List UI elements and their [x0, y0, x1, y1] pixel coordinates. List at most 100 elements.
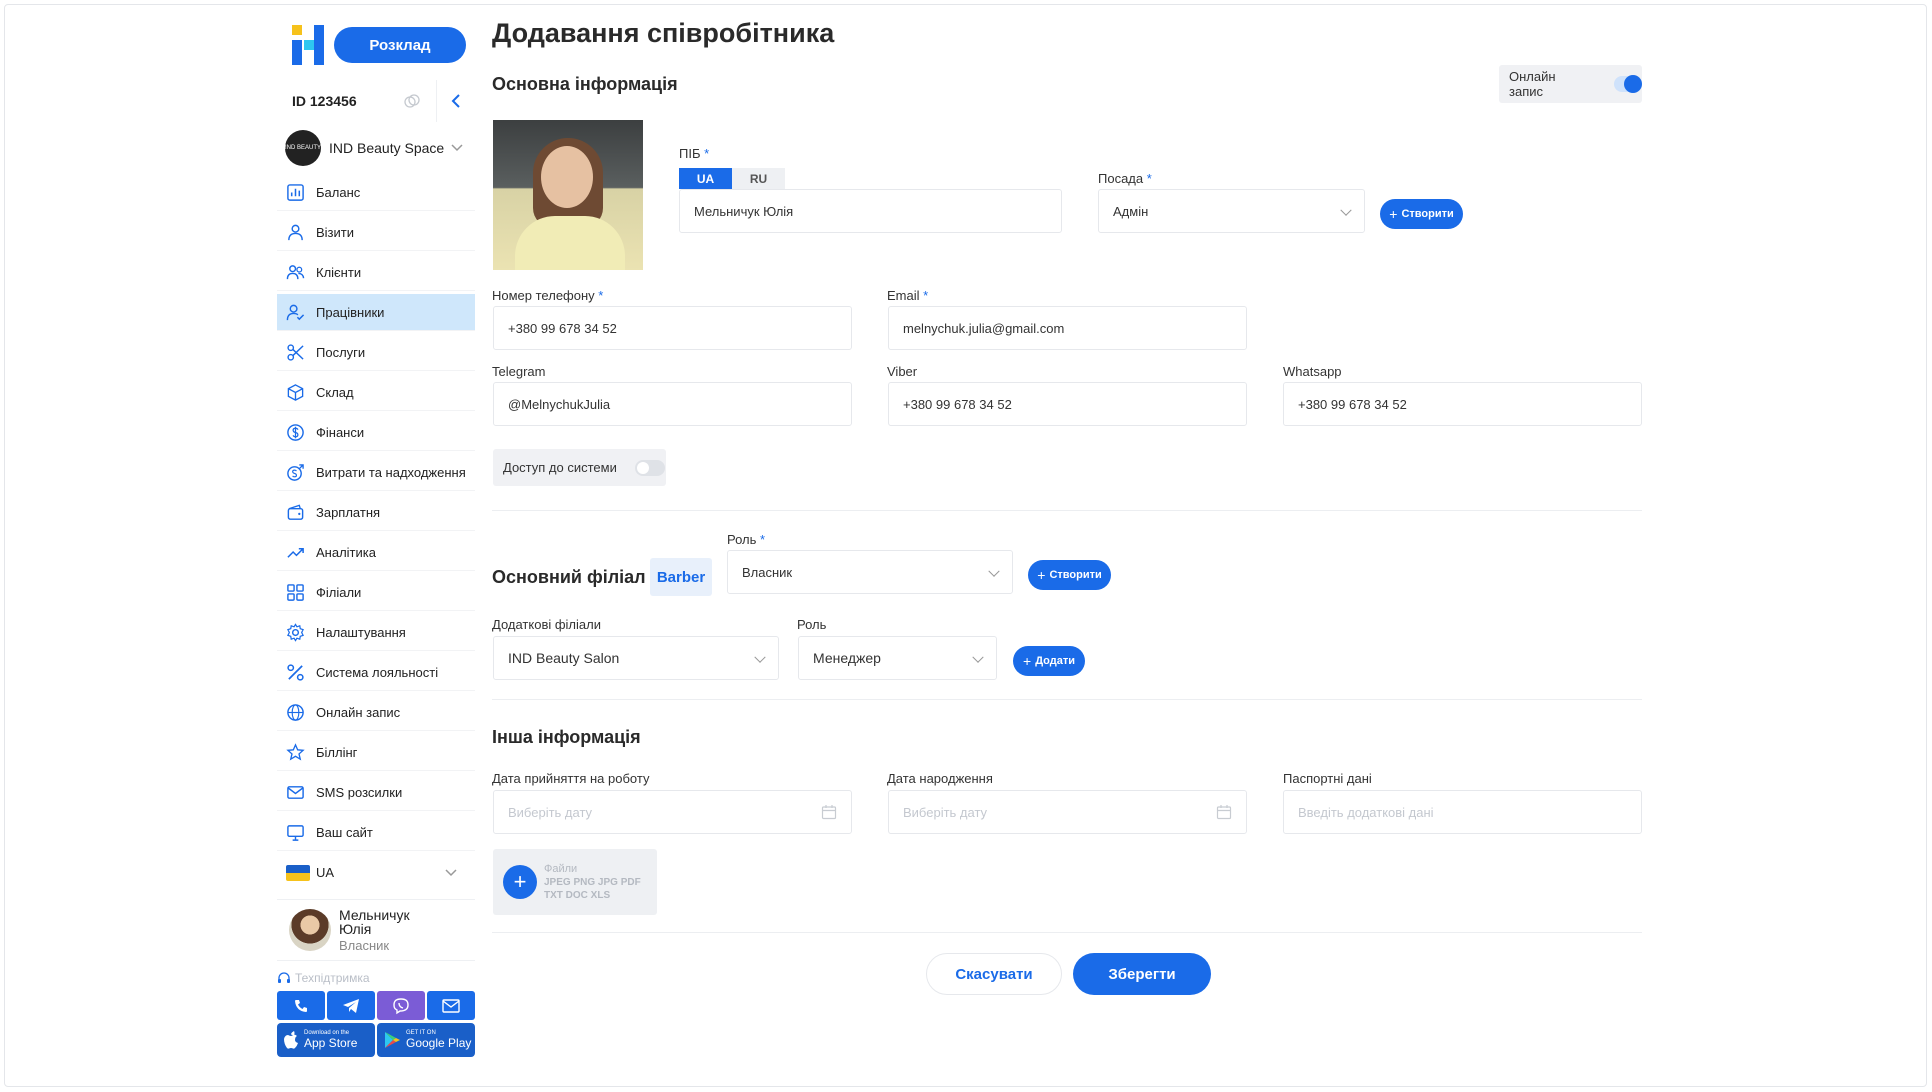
- grid-icon: [287, 583, 304, 601]
- file-upload[interactable]: + Файли JPEG PNG JPG PDF TXT DOC XLS: [493, 849, 657, 915]
- sidebar-item-label: Витрати та надходження: [316, 464, 466, 480]
- position-select[interactable]: Адмін: [1098, 189, 1365, 233]
- save-button[interactable]: Зберегти: [1073, 953, 1211, 995]
- sidebar-item-grid[interactable]: Філіали: [277, 574, 475, 611]
- add-branch-button[interactable]: + Додати: [1013, 646, 1085, 676]
- chevron-down-icon: [451, 144, 463, 152]
- globe-icon: [287, 703, 304, 721]
- main-role-select[interactable]: Власник: [727, 550, 1013, 594]
- calendar-icon[interactable]: [821, 804, 837, 820]
- extra-role-select[interactable]: Менеджер: [798, 636, 997, 680]
- app-store-button[interactable]: Download on the App Store: [277, 1023, 375, 1057]
- language-label: UA: [316, 865, 335, 880]
- support-phone-button[interactable]: [277, 991, 325, 1020]
- sidebar-item-mail[interactable]: SMS розсилки: [277, 774, 475, 811]
- extra-branch-value: IND Beauty Salon: [508, 650, 620, 666]
- company-logo: IND BEAUTY: [285, 130, 321, 166]
- user-profile-card[interactable]: Мельничук Юлія Власник: [277, 899, 475, 961]
- cancel-button[interactable]: Скасувати: [926, 953, 1062, 995]
- sidebar-item-wallet[interactable]: Зарплатня: [277, 494, 475, 531]
- chevron-down-icon: [445, 868, 457, 876]
- chart-icon: [287, 183, 304, 201]
- sidebar-item-star[interactable]: Біллінг: [277, 734, 475, 771]
- headset-icon: [278, 972, 290, 983]
- create-position-button[interactable]: + Створити: [1380, 199, 1463, 229]
- passport-label: Паспортні дані: [1283, 771, 1372, 786]
- support-telegram-button[interactable]: [327, 991, 375, 1020]
- sidebar-item-label: Філіали: [316, 584, 362, 600]
- hire-date-placeholder: Виберіть дату: [508, 804, 593, 820]
- google-play-button[interactable]: GET IT ON Google Play: [377, 1023, 475, 1057]
- sidebar-item-trend[interactable]: Аналітика: [277, 534, 475, 571]
- viber-label: Viber: [887, 364, 918, 379]
- schedule-button[interactable]: Розклад: [334, 27, 466, 63]
- sidebar-item-user[interactable]: Візити: [277, 214, 475, 251]
- sidebar-item-scissors[interactable]: Послуги: [277, 334, 475, 371]
- account-id: ID 123456: [277, 80, 437, 122]
- google-play-icon: [385, 1032, 400, 1048]
- phone-field[interactable]: +380 99 678 34 52: [493, 306, 852, 350]
- box-icon: [287, 383, 304, 401]
- sidebar-item-gear[interactable]: Налаштування: [277, 614, 475, 651]
- cash-flow-icon: [287, 463, 304, 481]
- page-title: Додавання співробітника: [492, 18, 835, 48]
- sidebar-item-users[interactable]: Клієнти: [277, 254, 475, 291]
- support-viber-button[interactable]: [377, 991, 425, 1020]
- upload-title: Файли: [544, 862, 578, 875]
- telegram-field[interactable]: @MelnychukJulia: [493, 382, 852, 426]
- brand-logo[interactable]: [292, 25, 324, 65]
- email-label: Email *: [887, 288, 929, 303]
- collapse-sidebar-button[interactable]: [437, 80, 475, 122]
- sidebar-item-cash-flow[interactable]: Витрати та надходження: [277, 454, 475, 491]
- position-label: Посада *: [1098, 171, 1152, 186]
- whatsapp-field[interactable]: +380 99 678 34 52: [1283, 382, 1642, 426]
- chevron-down-icon: [988, 565, 1000, 577]
- system-access-toggle[interactable]: [634, 459, 665, 476]
- birth-date-placeholder: Виберіть дату: [903, 804, 988, 820]
- sidebar-item-chart[interactable]: Баланс: [277, 174, 475, 211]
- main-branch-title: Основний філіал: [492, 567, 646, 587]
- company-selector[interactable]: IND BEAUTY IND Beauty Space: [277, 124, 475, 172]
- system-access-toggle-box: Доступ до системи: [493, 449, 666, 486]
- create-role-button[interactable]: + Створити: [1028, 560, 1111, 590]
- upload-formats-1: JPEG PNG JPG PDF: [544, 876, 641, 888]
- employee-photo[interactable]: [493, 120, 643, 270]
- divider: [492, 932, 1642, 933]
- support-label: Техпідтримка: [277, 971, 475, 985]
- copy-icon[interactable]: [404, 93, 420, 109]
- account-id-row: ID 123456: [277, 80, 475, 122]
- viber-field[interactable]: +380 99 678 34 52: [888, 382, 1247, 426]
- name-language-tabs: UA RU: [679, 168, 785, 189]
- online-booking-label: Онлайн запис: [1509, 69, 1556, 99]
- sidebar-item-percent[interactable]: Система лояльності: [277, 654, 475, 691]
- plus-icon: +: [1023, 653, 1032, 669]
- sidebar-item-dollar[interactable]: Фінанси: [277, 414, 475, 451]
- sidebar-item-globe[interactable]: Онлайн запис: [277, 694, 475, 731]
- birth-date-field[interactable]: Виберіть дату: [888, 790, 1247, 834]
- create-position-label: Створити: [1401, 208, 1454, 220]
- sidebar-item-monitor[interactable]: Ваш сайт: [277, 814, 475, 851]
- monitor-icon: [287, 824, 304, 841]
- language-selector[interactable]: UA: [277, 854, 475, 891]
- gear-icon: [287, 622, 304, 642]
- sidebar-item-label: Ваш сайт: [316, 824, 373, 840]
- app-store-links: Download on the App Store GET IT ON Goog…: [277, 1023, 475, 1057]
- whatsapp-label: Whatsapp: [1283, 364, 1342, 379]
- user-role: Власник: [339, 937, 390, 953]
- calendar-icon[interactable]: [1216, 804, 1232, 820]
- online-booking-toggle[interactable]: [1613, 75, 1643, 93]
- support-email-button[interactable]: [427, 991, 475, 1020]
- sidebar-item-user-check[interactable]: Працівники: [277, 294, 475, 331]
- main-role-label: Роль *: [727, 532, 766, 547]
- tab-ua[interactable]: UA: [679, 168, 732, 189]
- email-field[interactable]: melnychuk.julia@gmail.com: [888, 306, 1247, 350]
- chevron-left-icon: [451, 94, 460, 108]
- passport-field[interactable]: Введіть додаткові дані: [1283, 790, 1642, 834]
- tab-ru[interactable]: RU: [732, 168, 785, 189]
- sidebar-item-box[interactable]: Склад: [277, 374, 475, 411]
- full-name-field[interactable]: Мельничук Юлія: [679, 189, 1062, 233]
- main-content: Додавання співробітника Основна інформац…: [492, 0, 1643, 1092]
- extra-branch-select[interactable]: IND Beauty Salon: [493, 636, 779, 680]
- hire-date-field[interactable]: Виберіть дату: [493, 790, 852, 834]
- divider: [492, 699, 1642, 700]
